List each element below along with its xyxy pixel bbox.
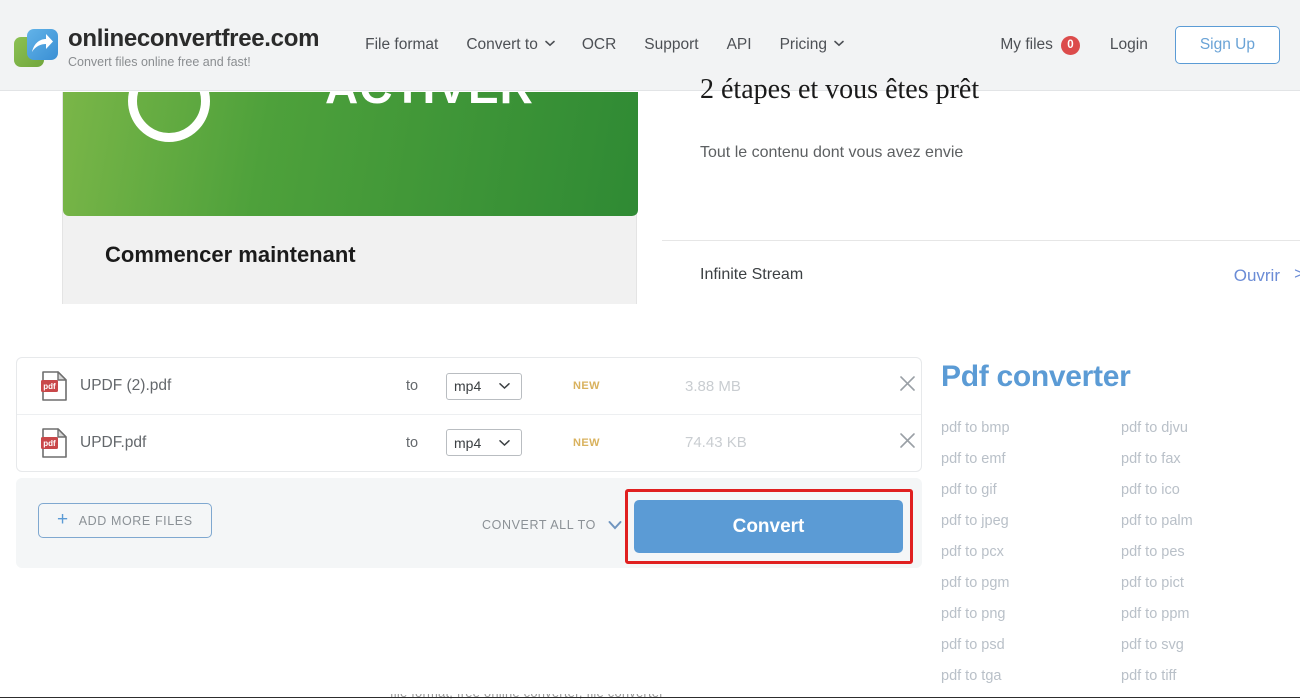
my-files-label: My files: [1000, 36, 1053, 53]
chevron-down-icon: [608, 520, 622, 529]
nav-label: Pricing: [779, 36, 827, 53]
list-item[interactable]: pdf to pgm: [941, 575, 1121, 591]
my-files-count-badge: 0: [1060, 35, 1080, 55]
page-root: onlineconvertfree.com Convert files onli…: [0, 0, 1300, 699]
list-item[interactable]: pdf to tiff: [1121, 668, 1300, 684]
to-label: to: [406, 378, 419, 394]
site-header: onlineconvertfree.com Convert files onli…: [0, 0, 1300, 91]
list-item[interactable]: pdf to pict: [1121, 575, 1300, 591]
advertisement[interactable]: ACTIVER Commencer maintenant 2 étapes et…: [62, 74, 1300, 304]
ad-hero-text: ACTIVER: [325, 92, 534, 114]
list-item[interactable]: pdf to ico: [1121, 482, 1300, 498]
site-logo-icon: [14, 28, 58, 71]
ad-brand-name: Infinite Stream: [700, 266, 804, 283]
chevron-down-icon: [834, 40, 844, 49]
list-item[interactable]: pdf to palm: [1121, 513, 1300, 529]
output-format-select[interactable]: mp4: [446, 372, 522, 400]
close-icon[interactable]: [899, 432, 916, 454]
convert-all-to-label: CONVERT ALL TO: [482, 518, 597, 532]
add-more-files-label: ADD MORE FILES: [78, 513, 193, 528]
list-item[interactable]: pdf to bmp: [941, 420, 1121, 436]
to-label: to: [406, 434, 419, 451]
pdf-file-icon: pdf: [41, 427, 68, 458]
ad-cta-text[interactable]: Commencer maintenant: [105, 242, 356, 268]
ad-divider: [662, 240, 1300, 241]
nav-label: OCR: [581, 36, 617, 53]
list-item[interactable]: pdf to png: [941, 606, 1121, 622]
nav-item-support[interactable]: Support: [630, 30, 712, 60]
file-list: pdf UPDF (2).pdf to mp4 NEW 3.88 MB pdf …: [16, 357, 922, 472]
login-link[interactable]: Login: [1110, 36, 1148, 54]
pdf-file-icon: pdf: [41, 371, 68, 401]
list-item[interactable]: pdf to fax: [1121, 451, 1300, 467]
close-icon[interactable]: [899, 375, 916, 397]
list-item[interactable]: pdf to djvu: [1121, 420, 1300, 436]
page-title: Pdf converter: [941, 360, 1131, 393]
nav-label: API: [726, 36, 752, 53]
nav-label: Convert to: [466, 36, 538, 53]
convert-all-to-dropdown[interactable]: CONVERT ALL TO: [482, 518, 622, 532]
ad-headline: 2 étapes et vous êtes prêt: [700, 74, 980, 105]
header-actions: My files 0 Login Sign Up: [1000, 26, 1280, 64]
ad-description: Tout le contenu dont vous avez envie: [700, 144, 964, 161]
signup-button[interactable]: Sign Up: [1174, 26, 1280, 64]
nav-label: File format: [365, 36, 439, 53]
list-item[interactable]: pdf to pcx: [941, 544, 1121, 560]
pdf-converter-sidebar: Pdf converter pdf to bmp pdf to djvu pdf…: [941, 360, 1291, 684]
conversion-links-grid: pdf to bmp pdf to djvu pdf to emf pdf to…: [941, 420, 1291, 684]
list-item[interactable]: pdf to pes: [1121, 544, 1300, 560]
list-item[interactable]: pdf to emf: [941, 451, 1121, 467]
add-more-files-button[interactable]: + ADD MORE FILES: [38, 503, 212, 538]
list-item[interactable]: pdf to ppm: [1121, 606, 1300, 622]
file-size: 74.43 KB: [685, 434, 747, 451]
table-row: pdf UPDF.pdf to mp4 NEW 74.43 KB: [17, 414, 921, 470]
nav-item-ocr[interactable]: OCR: [568, 30, 630, 60]
list-item[interactable]: pdf to psd: [941, 637, 1121, 653]
my-files-link[interactable]: My files 0: [1000, 35, 1080, 55]
output-format-select[interactable]: mp4: [446, 429, 522, 456]
new-badge: NEW: [573, 380, 600, 392]
nav-item-api[interactable]: API: [713, 30, 766, 60]
list-item[interactable]: pdf to jpeg: [941, 513, 1121, 529]
file-name: UPDF (2).pdf: [80, 377, 172, 394]
brand[interactable]: onlineconvertfree.com Convert files onli…: [14, 20, 319, 71]
nav-item-convert-to[interactable]: Convert to: [452, 30, 568, 60]
list-item[interactable]: pdf to gif: [941, 482, 1121, 498]
nav-item-pricing[interactable]: Pricing: [766, 30, 857, 60]
convert-button[interactable]: Convert: [634, 500, 903, 553]
ad-banner-image: ACTIVER: [63, 92, 638, 216]
svg-text:pdf: pdf: [43, 439, 56, 448]
ad-ring-decoration: [128, 92, 210, 142]
ad-open-cut: >: [1294, 264, 1300, 283]
new-badge: NEW: [573, 436, 600, 449]
main-nav: File format Convert to OCR Support API P…: [351, 30, 857, 60]
list-item[interactable]: pdf to tga: [941, 668, 1121, 684]
chevron-down-icon: [545, 40, 555, 49]
nav-label: Support: [644, 36, 699, 53]
svg-text:pdf: pdf: [43, 382, 56, 391]
footer-rule: [0, 697, 1300, 698]
table-row: pdf UPDF (2).pdf to mp4 NEW 3.88 MB: [17, 358, 921, 414]
brand-title: onlineconvertfree.com: [68, 24, 320, 52]
ad-left-panel[interactable]: ACTIVER Commencer maintenant: [62, 92, 638, 304]
file-name: UPDF.pdf: [80, 433, 147, 451]
ad-right-panel[interactable]: 2 étapes et vous êtes prêt Tout le conte…: [638, 74, 1300, 304]
brand-tagline: Convert files online free and fast!: [68, 54, 251, 69]
list-item[interactable]: pdf to svg: [1121, 637, 1300, 653]
ad-open-button[interactable]: Ouvrir: [1234, 266, 1280, 286]
nav-item-file-format[interactable]: File format: [351, 30, 452, 60]
file-size: 3.88 MB: [685, 377, 741, 395]
